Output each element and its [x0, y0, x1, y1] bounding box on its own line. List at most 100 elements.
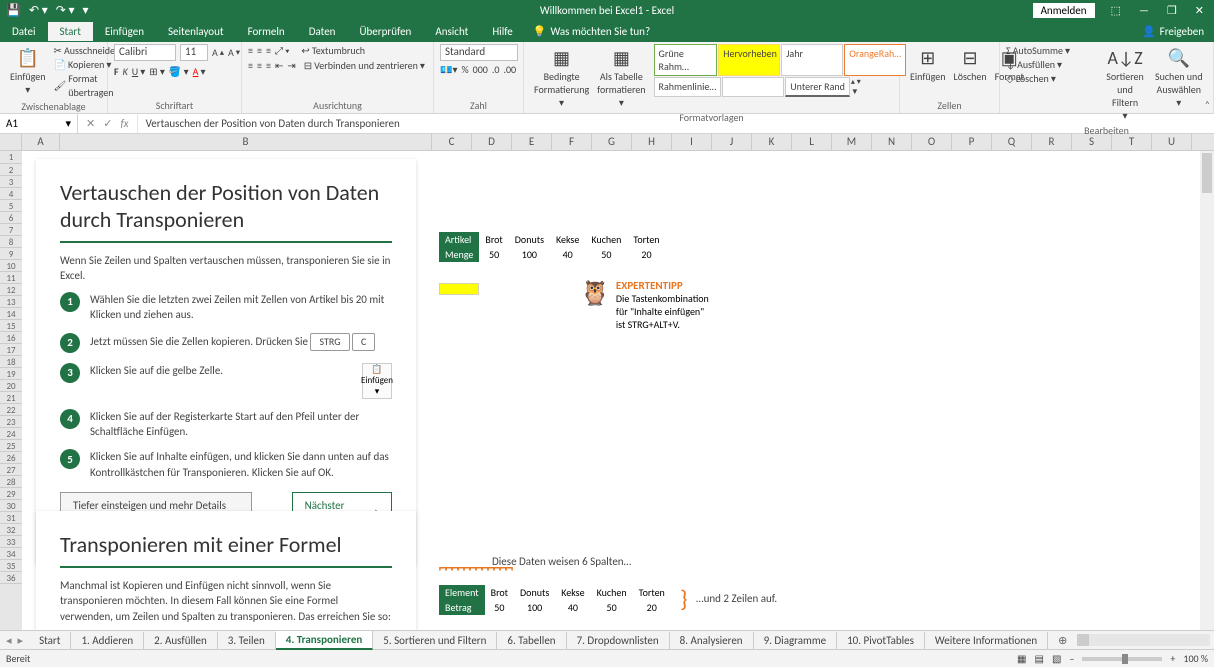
- clear-button[interactable]: ◇ Löschen ▾: [1006, 72, 1056, 86]
- font-size-select[interactable]: 11: [180, 44, 208, 61]
- cell-style-4[interactable]: OrangeRah…: [844, 44, 906, 76]
- col-header[interactable]: G: [592, 134, 632, 150]
- cell-style-3[interactable]: Jahr: [781, 44, 843, 76]
- indent-dec-button[interactable]: ⇤: [275, 59, 283, 72]
- cond-format-button[interactable]: ▦ Bedingte Formatierung ▾: [530, 44, 593, 111]
- yellow-target-cell[interactable]: [439, 283, 479, 295]
- col-header[interactable]: N: [872, 134, 912, 150]
- align-bot-button[interactable]: ≡: [266, 44, 271, 57]
- sheet-tab[interactable]: 10. PivotTables: [837, 632, 925, 649]
- inc-dec-button[interactable]: .0: [492, 63, 500, 76]
- zoom-level[interactable]: 100 %: [1183, 652, 1208, 665]
- close-icon[interactable]: ✕: [1195, 4, 1204, 17]
- comma-button[interactable]: 000: [473, 63, 488, 76]
- col-header[interactable]: R: [1032, 134, 1072, 150]
- merge-button[interactable]: ⊟ Verbinden und zentrieren ▾: [304, 59, 425, 72]
- copy-button[interactable]: 📄 Kopieren ▾: [54, 58, 112, 72]
- accept-fx-icon[interactable]: ✓: [103, 117, 112, 130]
- col-header[interactable]: K: [752, 134, 792, 150]
- autosum-button[interactable]: Σ AutoSumme ▾: [1006, 44, 1070, 58]
- number-format-select[interactable]: Standard: [440, 44, 518, 61]
- col-header[interactable]: J: [712, 134, 752, 150]
- tab-insert[interactable]: Einfügen: [93, 22, 156, 41]
- signin-button[interactable]: Anmelden: [1033, 3, 1095, 18]
- sheet-nav-next[interactable]: ▸: [18, 634, 24, 647]
- grow-font-button[interactable]: A▴: [212, 46, 224, 59]
- sheet-tab[interactable]: 2. Ausfüllen: [144, 632, 218, 649]
- zoom-out-button[interactable]: –: [1069, 652, 1074, 665]
- sheet-tab[interactable]: Start: [29, 632, 71, 649]
- fontcolor-button[interactable]: A ▾: [193, 65, 206, 78]
- col-header[interactable]: A: [22, 134, 60, 150]
- table-format-button[interactable]: ▦ Als Tabelle formatieren ▾: [593, 44, 649, 111]
- align-left-button[interactable]: ≡: [248, 59, 253, 72]
- cell-style-7[interactable]: Unterer Rand: [785, 77, 850, 97]
- sheet-tab-active[interactable]: 4. Transponieren: [276, 631, 373, 650]
- view-normal-icon[interactable]: ▦: [1017, 652, 1026, 665]
- col-header[interactable]: L: [792, 134, 832, 150]
- underline-button[interactable]: U ▾: [132, 65, 145, 78]
- maximize-icon[interactable]: ❐: [1167, 4, 1177, 17]
- col-header[interactable]: C: [432, 134, 472, 150]
- col-header[interactable]: T: [1112, 134, 1152, 150]
- name-box[interactable]: A1▾: [0, 114, 78, 133]
- accounting-button[interactable]: 💶▾: [440, 63, 457, 76]
- col-header[interactable]: M: [832, 134, 872, 150]
- sheet-tab[interactable]: 5. Sortieren und Filtern: [373, 632, 497, 649]
- vertical-scrollbar[interactable]: [1200, 151, 1214, 630]
- col-header[interactable]: Q: [992, 134, 1032, 150]
- shrink-font-button[interactable]: A▾: [228, 46, 240, 59]
- col-header[interactable]: P: [952, 134, 992, 150]
- align-right-button[interactable]: ≡: [266, 59, 271, 72]
- dec-dec-button[interactable]: .00: [503, 63, 516, 76]
- col-header[interactable]: U: [1152, 134, 1192, 150]
- paste-button[interactable]: 📋 Einfügen ▾: [6, 44, 50, 98]
- col-header[interactable]: I: [672, 134, 712, 150]
- view-pagebreak-icon[interactable]: ▧: [1052, 652, 1061, 665]
- share-button[interactable]: 👤 Freigeben: [1142, 25, 1214, 38]
- tab-pagelayout[interactable]: Seitenlayout: [156, 22, 236, 41]
- orientation-button[interactable]: ⤢ ▾: [275, 44, 289, 57]
- horizontal-scrollbar[interactable]: [1077, 634, 1210, 646]
- sheet-tab[interactable]: 3. Teilen: [218, 632, 276, 649]
- italic-button[interactable]: K: [123, 65, 128, 78]
- sheet-canvas[interactable]: Vertauschen der Position von Daten durch…: [22, 151, 1214, 630]
- col-header[interactable]: E: [512, 134, 552, 150]
- select-all-corner[interactable]: [0, 134, 22, 150]
- undo-icon[interactable]: ↶ ▾: [29, 3, 48, 18]
- delete-cells-button[interactable]: ⊟Löschen: [950, 44, 991, 85]
- data-table-2[interactable]: ElementBrotDonutsKekseKuchenTorten Betra…: [439, 585, 671, 615]
- tab-view[interactable]: Ansicht: [423, 22, 480, 41]
- ribbon-options-icon[interactable]: ⬚: [1111, 4, 1121, 17]
- tab-review[interactable]: Überprüfen: [347, 22, 423, 41]
- fx-icon[interactable]: fx: [120, 117, 128, 130]
- cell-style-1[interactable]: Grüne Rahm…: [654, 44, 718, 76]
- new-sheet-button[interactable]: ⊕: [1048, 634, 1077, 647]
- align-top-button[interactable]: ≡: [248, 44, 253, 57]
- tellme[interactable]: 💡 Was möchten Sie tun?: [533, 25, 650, 38]
- border-button[interactable]: ⊞ ▾: [149, 65, 165, 78]
- zoom-slider[interactable]: [1082, 657, 1162, 661]
- font-name-select[interactable]: Calibri: [114, 44, 176, 61]
- cell-style-2[interactable]: Hervorheben: [718, 44, 780, 76]
- tab-data[interactable]: Daten: [297, 22, 348, 41]
- percent-button[interactable]: %: [461, 63, 468, 76]
- save-icon[interactable]: 💾: [6, 3, 21, 18]
- tab-formulas[interactable]: Formeln: [236, 22, 297, 41]
- fillcolor-button[interactable]: 🪣 ▾: [169, 65, 189, 78]
- data-table-1[interactable]: ArtikelBrotDonutsKekseKuchenTorten Menge…: [439, 232, 666, 262]
- cell-style-6[interactable]: [722, 77, 784, 97]
- tab-home[interactable]: Start: [48, 22, 93, 41]
- col-header[interactable]: B: [60, 134, 432, 150]
- cancel-fx-icon[interactable]: ✕: [86, 117, 95, 130]
- row-headers[interactable]: 1234567891011121314151617181920212223242…: [0, 151, 22, 630]
- sheet-tab[interactable]: 8. Analysieren: [670, 632, 754, 649]
- zoom-in-button[interactable]: +: [1170, 652, 1175, 665]
- sheet-tab[interactable]: Weitere Informationen: [925, 632, 1048, 649]
- align-mid-button[interactable]: ≡: [257, 44, 262, 57]
- col-header[interactable]: D: [472, 134, 512, 150]
- view-pagelayout-icon[interactable]: ▤: [1035, 652, 1044, 665]
- collapse-ribbon-button[interactable]: ˄: [1205, 98, 1210, 111]
- fill-button[interactable]: ↓ Ausfüllen ▾: [1006, 58, 1062, 72]
- wrap-button[interactable]: ↩ Textumbruch: [301, 44, 365, 57]
